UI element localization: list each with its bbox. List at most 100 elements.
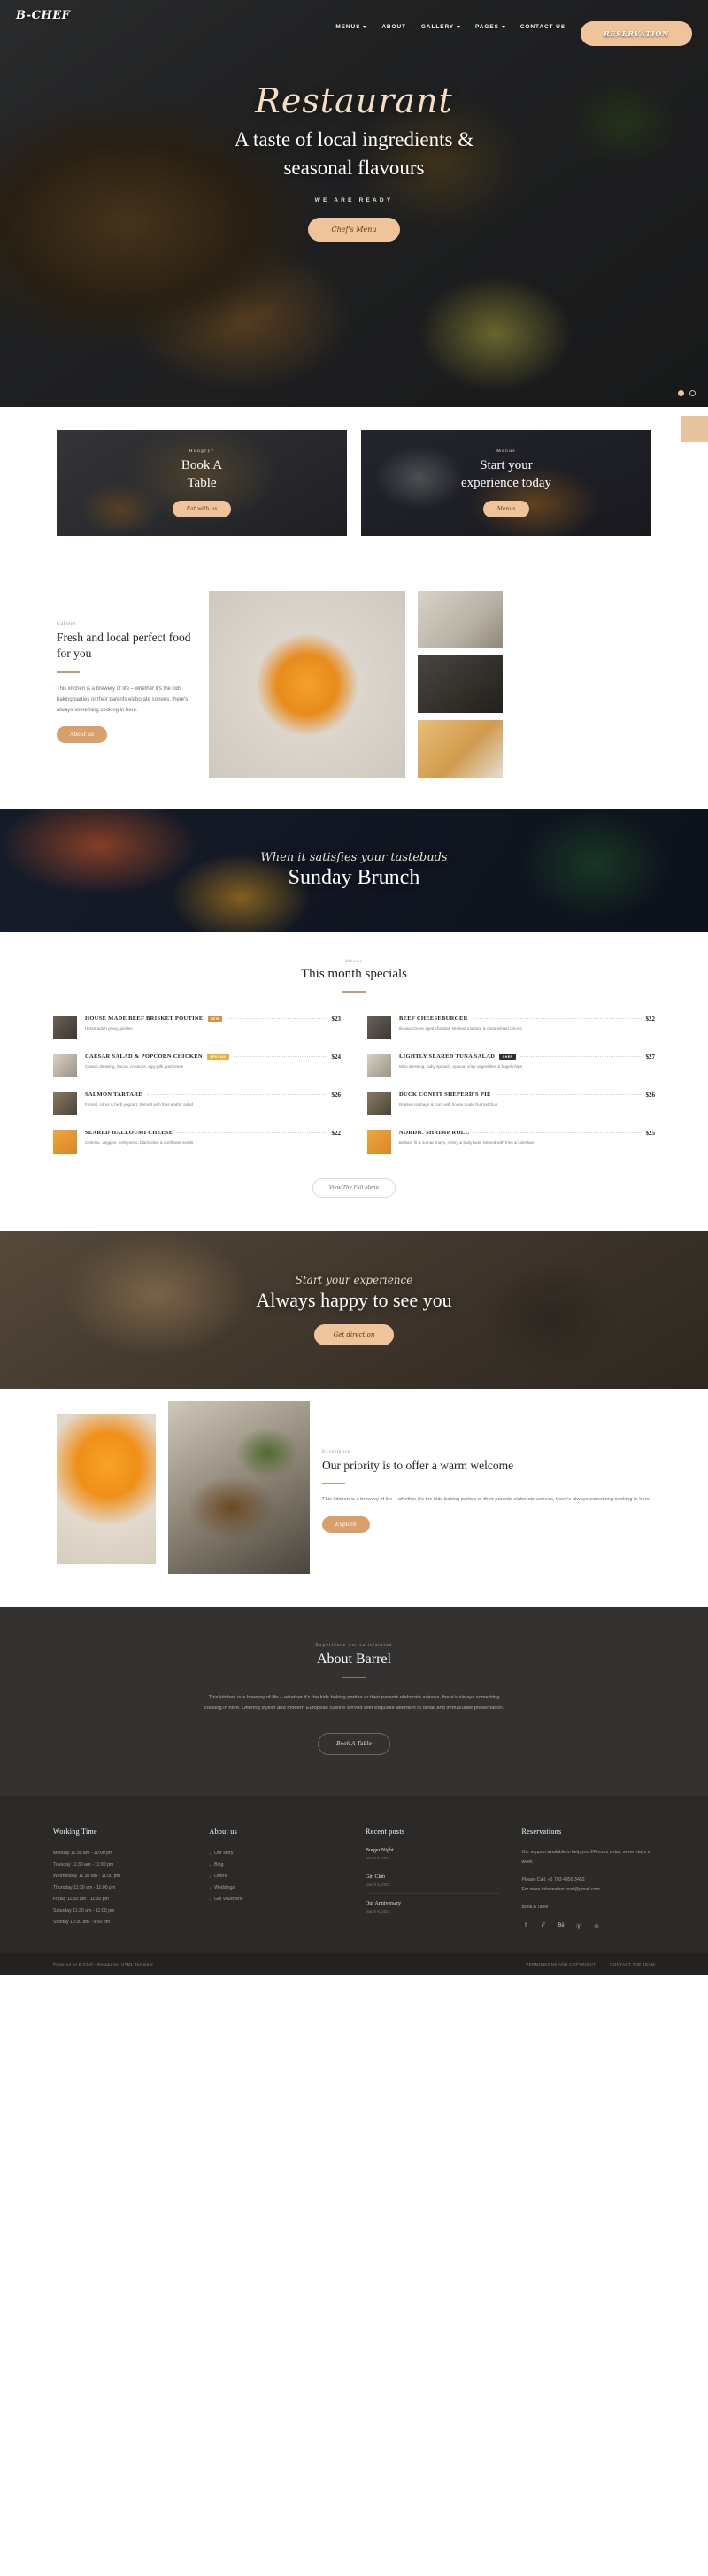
slider-dot-1-icon[interactable]	[678, 390, 684, 396]
facebook-icon[interactable]: f	[522, 1922, 530, 1930]
menu-item-leader-dots	[473, 1132, 642, 1133]
menu-item-description: Classic dressing, bacon, croutons, egg y…	[85, 1063, 184, 1069]
about-section: Experience our satisfaction About Barrel…	[0, 1606, 708, 1797]
reservation-button[interactable]: RESERVATION	[580, 21, 692, 46]
menu-item-body: SALMON TARTARE $26 Fennel, citrus & herb y…	[85, 1092, 341, 1108]
reservations-phone[interactable]: Please Call: +1 703 4959 3452	[522, 1877, 585, 1882]
instagram-icon[interactable]: ◎	[593, 1922, 601, 1930]
recent-post-item[interactable]: Our Anniversary March 5, 2021	[366, 1901, 499, 1920]
menu-item-badge: NEW	[207, 1016, 223, 1022]
specials-title: This month specials	[301, 967, 407, 981]
copyright-bar: Powered by B-Chef - Restaurant HTML Temp…	[0, 1952, 708, 1975]
behance-icon[interactable]: Bē	[558, 1922, 566, 1930]
about-us-link[interactable]: › Gift Vouchers	[210, 1894, 343, 1905]
about-title: About Barrel	[317, 1651, 391, 1667]
book-a-table-button[interactable]: Book A Table	[318, 1733, 390, 1756]
menu-item-header: BEEF CHEESEBURGER $22	[399, 1016, 655, 1023]
specials-section: Menus This month specials HOUSE MADE BEE…	[0, 932, 708, 1231]
promo-card-1-label: Hungry?	[189, 448, 215, 455]
nav-item-pages[interactable]: PAGES	[475, 24, 505, 30]
about-us-link[interactable]: › Offers	[210, 1871, 343, 1882]
menu-item-description: Celeriac, veggies, herb pesto, black oli…	[85, 1139, 194, 1145]
reservations-book-link[interactable]: Book A Table	[522, 1903, 656, 1913]
menu-item-thumbnail	[53, 1091, 77, 1116]
divider	[342, 991, 366, 993]
hero-headline-line1: A taste of local ingredients &	[234, 128, 474, 150]
menu-item[interactable]: BEEF CHEESEBURGER $22 Ile-aux-Grues aged c…	[367, 1015, 655, 1039]
hero-slider-dots[interactable]	[678, 390, 696, 396]
specials-label: Menus	[345, 959, 363, 964]
menu-item-description: Ile-aux-Grues aged cheddar, smoked musta…	[399, 1025, 522, 1031]
site-logo[interactable]: B-CHEF	[16, 9, 70, 22]
nav-item-pages-label: PAGES	[475, 23, 499, 30]
menu-item[interactable]: CAESAR SALAD & POPCORN CHICKEN SPECIAL $24…	[53, 1053, 341, 1077]
about-us-link[interactable]: › Our story	[210, 1848, 343, 1859]
footer-about-title: About us	[209, 1828, 238, 1836]
twitter-icon[interactable]: 𝑭	[540, 1922, 548, 1930]
recent-post-item[interactable]: Gin Club March 5, 2021	[366, 1874, 499, 1895]
gallery-body: This kitchen is a brewery of life – whet…	[57, 686, 189, 713]
about-us-link-label: Our story	[214, 1851, 234, 1857]
chevron-down-icon	[363, 25, 367, 28]
about-us-button[interactable]: About us	[57, 725, 107, 743]
menus-button[interactable]: Menus	[482, 500, 530, 518]
working-time-row: Tuesday 11:30 am - 11:00 pm	[53, 1862, 114, 1868]
nav-item-about[interactable]: ABOUT	[381, 24, 406, 30]
menu-item-body: CAESAR SALAD & POPCORN CHICKEN SPECIAL $24…	[85, 1054, 341, 1070]
reservations-email[interactable]: For more information bnst@gmail.com	[522, 1887, 600, 1892]
slider-dot-2-icon[interactable]	[689, 390, 696, 396]
pinterest-icon[interactable]: ⓟ	[575, 1922, 583, 1930]
explore-button[interactable]: Explore	[322, 1515, 370, 1533]
promo-card-menus[interactable]: Menus Start your experience today Menus	[361, 430, 651, 536]
recent-post-title: Our Anniversary	[366, 1901, 402, 1907]
nav-item-menus[interactable]: MENUS	[335, 24, 367, 30]
footer-about-us: About us › Our story › Blog › Offers › Weddings…	[210, 1828, 343, 1930]
nav-item-gallery[interactable]: GALLERY	[421, 24, 461, 30]
menu-item-name: SEARED HALLOUMI CHEESE	[85, 1130, 173, 1136]
menu-item[interactable]: DUCK CONFIT SHEPERD'S PIE $26 Braised cabb…	[367, 1091, 655, 1116]
specials-grid: HOUSE MADE BEEF BRISKET POUTINE NEW $23 Hor…	[53, 1015, 656, 1154]
priority-text-block: Excellence Our priority is to offer a wa…	[322, 1414, 651, 1533]
menu-item-body: SEARED HALLOUMI CHEESE $22 Celeriac, veggi…	[85, 1130, 341, 1146]
menu-item-leader-dots	[519, 1056, 642, 1057]
sunday-brunch-banner: When it satisfies your tastebuds Sunday …	[0, 809, 708, 932]
nav-item-contact-us[interactable]: CONTACT US	[520, 24, 566, 30]
menu-item[interactable]: LIGHTLY SEARED TUNA SALAD CHEF $27 Miso dre…	[367, 1053, 656, 1077]
brunch-title: Sunday Brunch	[288, 866, 420, 889]
menu-item-price: $25	[645, 1129, 656, 1137]
contact-the-team-link[interactable]: CONTACT THE TEAM	[610, 1962, 655, 1966]
promo-card-1-title-line1: Book A	[181, 458, 223, 473]
menu-item-thumbnail	[53, 1129, 77, 1154]
working-time-row: Thursday 11:30 am - 11:00 pm	[53, 1885, 116, 1891]
working-time-row: Sunday 10:30 am - 9:00 pm	[53, 1920, 111, 1926]
menu-item[interactable]: SALMON TARTARE $26 Fennel, citrus & herb y…	[53, 1091, 341, 1116]
about-us-link-label: Blog	[214, 1862, 224, 1868]
gallery-main-image[interactable]	[209, 591, 405, 778]
footer-recent-posts-title: Recent posts	[366, 1828, 405, 1836]
chefs-menu-button[interactable]: Chef's Menu	[308, 218, 400, 242]
recent-posts-list: Burger Night March 5, 2021 Gin Club March 5…	[366, 1848, 499, 1920]
get-direction-button[interactable]: Get direction	[313, 1324, 395, 1346]
gallery-thumbnail-1[interactable]	[418, 591, 503, 648]
about-us-link[interactable]: › Weddings	[210, 1882, 343, 1894]
menu-item-price: $26	[331, 1091, 342, 1099]
menu-item-header: CAESAR SALAD & POPCORN CHICKEN SPECIAL $24	[85, 1054, 341, 1061]
menu-item-price: $27	[645, 1053, 656, 1061]
hero-headline-line2: seasonal flavours	[283, 156, 425, 179]
menu-item[interactable]: NORDIC SHRIMP ROLL $25 Balsam fir & sumac …	[367, 1129, 656, 1154]
recent-post-title: Gin Club	[366, 1874, 386, 1881]
promo-card-book-a-table[interactable]: Hungry? Book A Table Eat with us	[57, 430, 347, 536]
recent-post-date: March 5, 2021	[366, 1882, 391, 1888]
menu-item[interactable]: HOUSE MADE BEEF BRISKET POUTINE NEW $23 Hor…	[53, 1015, 341, 1039]
permissions-and-copyright-link[interactable]: PERMISSIONS AND COPYRIGHT	[526, 1962, 596, 1966]
promo-card-2-label: Menus	[496, 448, 516, 455]
about-us-link[interactable]: › Blog	[210, 1859, 343, 1871]
menu-item[interactable]: SEARED HALLOUMI CHEESE $22 Celeriac, veggi…	[53, 1129, 341, 1154]
view-full-menu-button[interactable]: View The Full Menu	[312, 1177, 396, 1198]
eat-with-us-button[interactable]: Eat with us	[172, 500, 232, 518]
gallery-thumbnail-3[interactable]	[418, 720, 503, 778]
recent-post-item[interactable]: Burger Night March 5, 2021	[366, 1848, 499, 1868]
menu-item-leader-dots	[146, 1094, 327, 1095]
gallery-thumbnail-2[interactable]	[418, 656, 503, 713]
side-panel-toggle[interactable]	[681, 416, 708, 442]
